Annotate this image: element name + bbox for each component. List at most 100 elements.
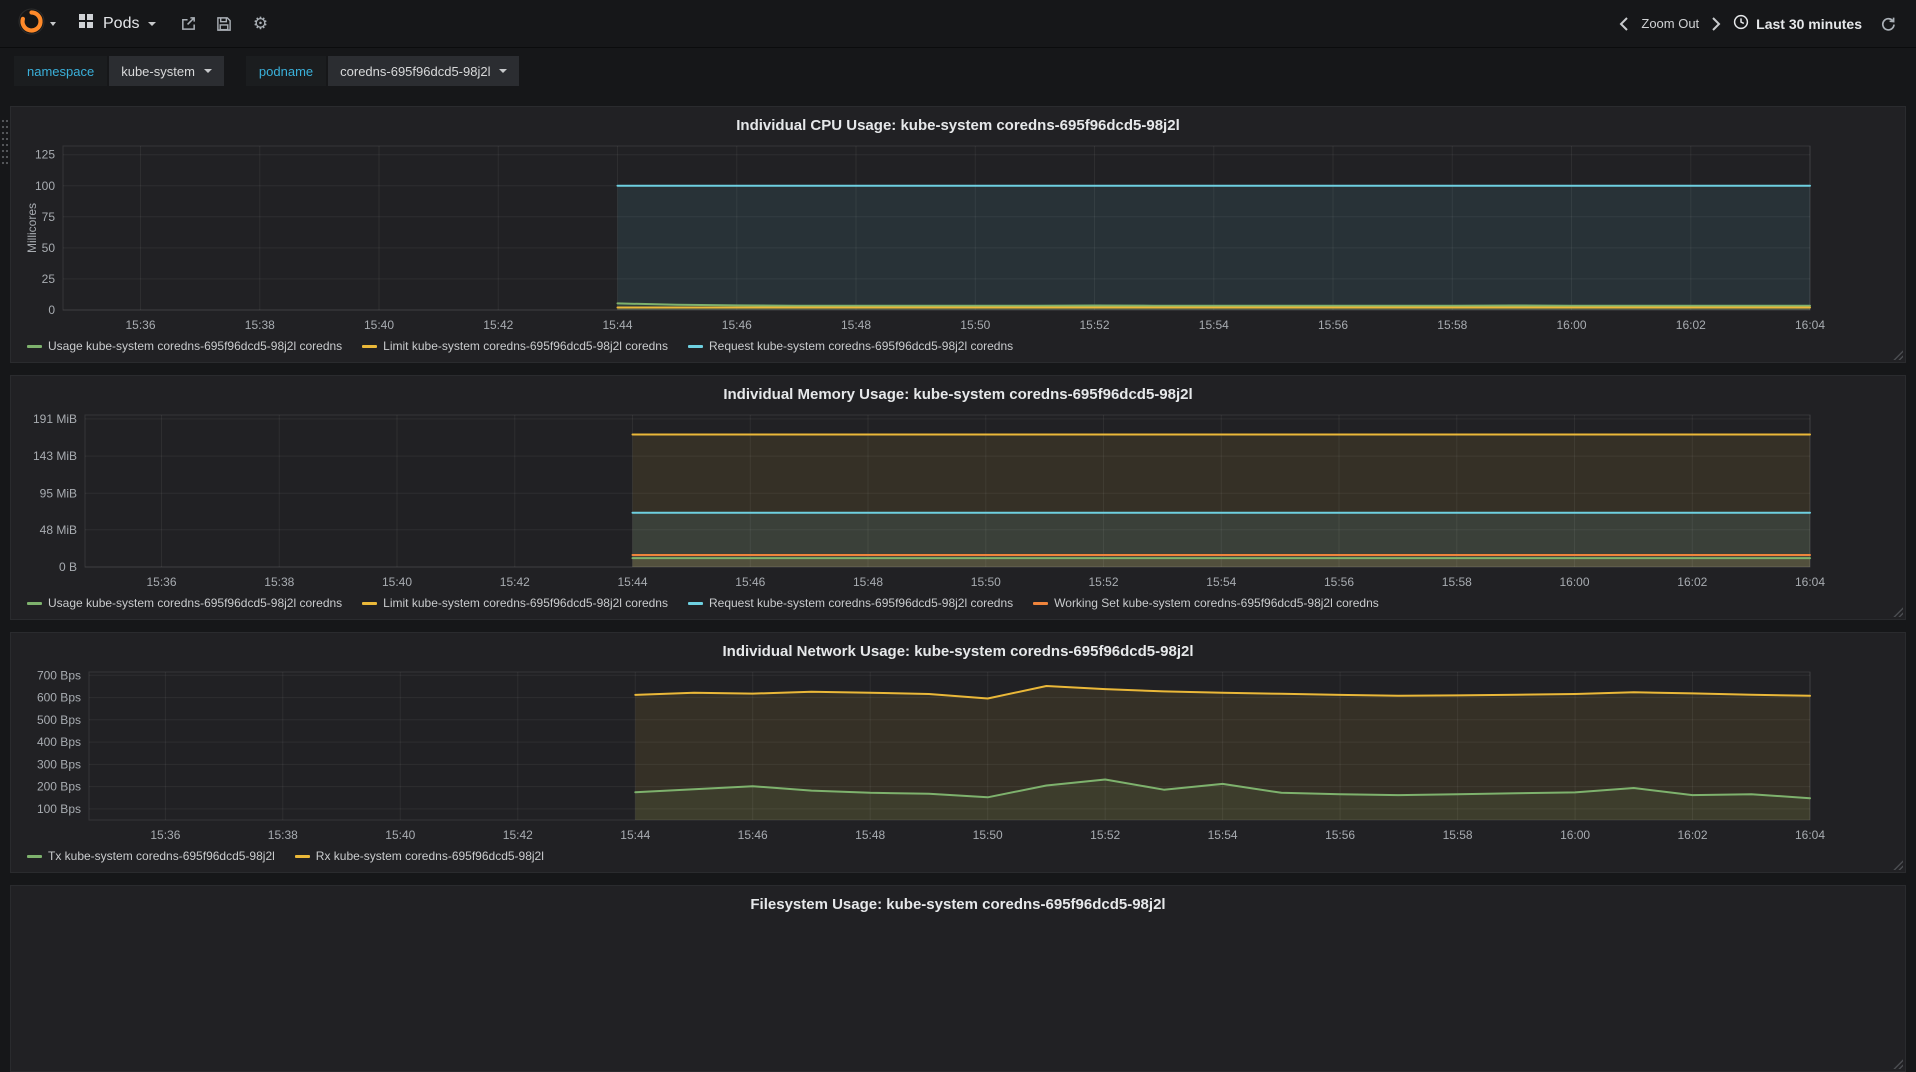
svg-text:15:52: 15:52 [1090, 828, 1120, 842]
legend-label: Limit kube-system coredns-695f96dcd5-98j… [383, 339, 668, 353]
legend-item[interactable]: Request kube-system coredns-695f96dcd5-9… [687, 596, 1013, 610]
svg-text:100 Bps: 100 Bps [37, 802, 81, 816]
legend-item[interactable]: Working Set kube-system coredns-695f96dc… [1033, 596, 1379, 610]
svg-text:16:02: 16:02 [1677, 828, 1707, 842]
panel-drag-handle[interactable] [1, 118, 8, 166]
svg-text:200 Bps: 200 Bps [37, 780, 81, 794]
panel-filesystem: Filesystem Usage: kube-system coredns-69… [10, 885, 1906, 1072]
time-shift-forward-button[interactable] [1711, 16, 1721, 31]
svg-text:15:36: 15:36 [146, 575, 176, 589]
variable-value-namespace: kube-system [121, 63, 195, 79]
legend-item[interactable]: Request kube-system coredns-695f96dcd5-9… [687, 339, 1013, 353]
legend-item[interactable]: Rx kube-system coredns-695f96dcd5-98j2l [294, 849, 544, 863]
panel-cpu: Individual CPU Usage: kube-system coredn… [10, 106, 1906, 363]
time-range-label: Last 30 minutes [1756, 15, 1862, 32]
filesystem-chart[interactable] [21, 917, 1895, 1067]
zoom-out-button[interactable]: Zoom Out [1641, 16, 1699, 31]
svg-text:16:00: 16:00 [1556, 318, 1586, 332]
svg-text:15:58: 15:58 [1437, 318, 1467, 332]
network-legend: Tx kube-system coredns-695f96dcd5-98j2l R… [21, 846, 1895, 868]
series-color-swatch [27, 854, 42, 858]
svg-text:15:40: 15:40 [364, 318, 394, 332]
svg-text:Millicores: Millicores [25, 203, 39, 253]
dashboard-title: Pods [103, 14, 140, 32]
memory-chart[interactable]: 0 B 48 MiB 95 MiB 143 MiB 191 MiB 15:36 15:38 1… [21, 407, 1895, 593]
legend-item[interactable]: Limit kube-system coredns-695f96dcd5-98j… [362, 596, 668, 610]
svg-text:15:54: 15:54 [1206, 575, 1236, 589]
panel-title-cpu[interactable]: Individual CPU Usage: kube-system coredn… [21, 111, 1895, 138]
variable-podname: podname coredns-695f96dcd5-98j2l [245, 56, 520, 86]
variable-label-podname: podname [245, 56, 327, 86]
settings-button[interactable]: ⚙ [246, 10, 274, 38]
svg-text:15:58: 15:58 [1443, 828, 1473, 842]
svg-text:16:02: 16:02 [1676, 318, 1706, 332]
grafana-logo-button[interactable] [14, 6, 60, 42]
gear-icon: ⚙ [252, 13, 269, 34]
share-button[interactable] [174, 10, 202, 38]
variable-row: namespace kube-system podname coredns-69… [0, 48, 1916, 94]
svg-text:15:48: 15:48 [841, 318, 871, 332]
refresh-button[interactable] [1874, 10, 1902, 38]
svg-text:15:38: 15:38 [245, 318, 275, 332]
variable-value-podname: coredns-695f96dcd5-98j2l [340, 63, 491, 79]
legend-item[interactable]: Tx kube-system coredns-695f96dcd5-98j2l [27, 849, 275, 863]
panel-title-filesystem[interactable]: Filesystem Usage: kube-system coredns-69… [21, 890, 1895, 917]
svg-text:16:00: 16:00 [1560, 828, 1590, 842]
series-color-swatch [294, 854, 310, 858]
memory-legend: Usage kube-system coredns-695f96dcd5-98j… [21, 593, 1895, 615]
save-button[interactable] [210, 10, 238, 38]
dashboard-caret-icon [148, 21, 157, 26]
legend-item[interactable]: Usage kube-system coredns-695f96dcd5-98j… [27, 339, 342, 353]
svg-text:15:50: 15:50 [973, 828, 1003, 842]
series-color-swatch [362, 601, 378, 605]
dashboard-picker[interactable]: Pods [68, 7, 166, 40]
svg-text:15:46: 15:46 [738, 828, 768, 842]
series-color-swatch [687, 344, 703, 348]
svg-text:500 Bps: 500 Bps [37, 713, 81, 727]
variable-select-podname[interactable]: coredns-695f96dcd5-98j2l [328, 56, 520, 86]
svg-text:143 MiB: 143 MiB [33, 449, 77, 463]
variable-select-namespace[interactable]: kube-system [109, 56, 224, 86]
panel-memory: Individual Memory Usage: kube-system cor… [10, 375, 1906, 620]
svg-text:191 MiB: 191 MiB [33, 412, 77, 426]
time-range-button[interactable]: Last 30 minutes [1733, 14, 1862, 33]
clock-icon [1733, 14, 1749, 33]
legend-item[interactable]: Usage kube-system coredns-695f96dcd5-98j… [27, 596, 342, 610]
chevron-down-icon [499, 69, 508, 73]
svg-text:15:56: 15:56 [1324, 575, 1354, 589]
svg-text:16:04: 16:04 [1795, 575, 1825, 589]
svg-text:15:48: 15:48 [853, 575, 883, 589]
variable-namespace: namespace kube-system [14, 56, 224, 86]
top-navbar: Pods ⚙ Zoom Out Last 30 minutes [0, 0, 1916, 48]
svg-text:15:36: 15:36 [125, 318, 155, 332]
svg-text:16:02: 16:02 [1677, 575, 1707, 589]
svg-text:15:42: 15:42 [500, 575, 530, 589]
variable-label-namespace: namespace [14, 56, 108, 86]
dashboard-grid: Individual CPU Usage: kube-system coredn… [0, 94, 1916, 1072]
time-shift-back-button[interactable] [1619, 16, 1629, 31]
svg-text:15:56: 15:56 [1318, 318, 1348, 332]
chevron-down-icon [203, 69, 212, 73]
svg-text:15:52: 15:52 [1079, 318, 1109, 332]
dashboard-grid-icon [78, 13, 94, 34]
panel-network: Individual Network Usage: kube-system co… [10, 632, 1906, 873]
svg-text:15:48: 15:48 [855, 828, 885, 842]
svg-text:0: 0 [48, 303, 55, 317]
svg-text:15:38: 15:38 [264, 575, 294, 589]
panel-title-network[interactable]: Individual Network Usage: kube-system co… [21, 637, 1895, 664]
legend-item[interactable]: Limit kube-system coredns-695f96dcd5-98j… [362, 339, 668, 353]
svg-text:125: 125 [35, 148, 55, 162]
legend-label: Usage kube-system coredns-695f96dcd5-98j… [48, 339, 343, 353]
cpu-chart[interactable]: 0 25 50 75 100 125 15:36 15:38 15:40 15:42 15:44 15… [21, 138, 1895, 336]
logo-caret-icon [50, 21, 56, 26]
network-chart[interactable]: 100 Bps 200 Bps 300 Bps 400 Bps 500 Bps 600 B… [21, 664, 1895, 846]
series-color-swatch [362, 344, 378, 348]
svg-text:15:52: 15:52 [1088, 575, 1118, 589]
svg-text:15:54: 15:54 [1208, 828, 1238, 842]
panel-title-memory[interactable]: Individual Memory Usage: kube-system cor… [21, 380, 1895, 407]
legend-label: Working Set kube-system coredns-695f96dc… [1054, 596, 1379, 610]
svg-text:15:46: 15:46 [722, 318, 752, 332]
svg-text:400 Bps: 400 Bps [37, 735, 81, 749]
series-color-swatch [687, 601, 703, 605]
series-color-swatch [27, 344, 42, 348]
